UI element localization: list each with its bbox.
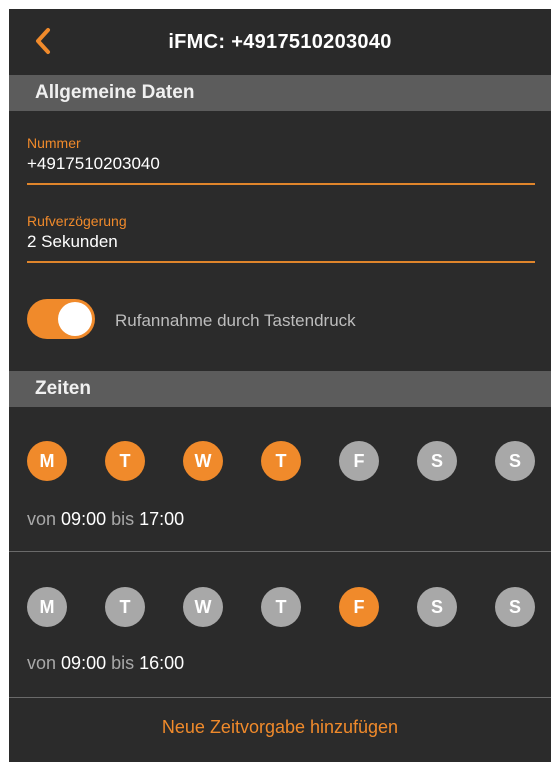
schedule-1-days: M T W T F S S xyxy=(27,441,535,481)
day-toggle-tuesday[interactable]: T xyxy=(105,441,145,481)
divider xyxy=(9,697,551,698)
call-delay-label: Rufverzögerung xyxy=(27,213,127,229)
number-field[interactable]: Nummer +4917510203040 xyxy=(27,135,535,185)
from-time[interactable]: 09:00 xyxy=(61,653,106,673)
number-underline xyxy=(27,183,535,185)
schedule-2-time-range[interactable]: von 09:00 bis 16:00 xyxy=(27,653,184,674)
add-schedule-button[interactable]: Neue Zeitvorgabe hinzufügen xyxy=(9,717,551,738)
day-toggle-monday[interactable]: M xyxy=(27,587,67,627)
day-toggle-sunday[interactable]: S xyxy=(495,587,535,627)
toggle-knob xyxy=(58,302,92,336)
toggle-label: Rufannahme durch Tastendruck xyxy=(115,311,356,330)
navigation-bar: iFMC: +4917510203040 xyxy=(9,9,551,75)
page-title: iFMC: +4917510203040 xyxy=(168,31,392,53)
from-word: von xyxy=(27,509,57,529)
day-toggle-sunday[interactable]: S xyxy=(495,441,535,481)
section-title: Allgemeine Daten xyxy=(35,82,195,103)
divider xyxy=(9,551,551,552)
day-toggle-wednesday[interactable]: W xyxy=(183,587,223,627)
to-word: bis xyxy=(111,653,135,673)
day-toggle-wednesday[interactable]: W xyxy=(183,441,223,481)
from-time[interactable]: 09:00 xyxy=(61,509,106,529)
call-delay-field[interactable]: Rufverzögerung 2 Sekunden xyxy=(27,213,535,263)
app-screen: iFMC: +4917510203040 Allgemeine Daten Nu… xyxy=(9,9,551,762)
section-title: Zeiten xyxy=(35,378,91,399)
day-toggle-thursday[interactable]: T xyxy=(261,441,301,481)
day-toggle-friday[interactable]: F xyxy=(339,441,379,481)
to-time[interactable]: 17:00 xyxy=(139,509,184,529)
day-toggle-friday[interactable]: F xyxy=(339,587,379,627)
to-time[interactable]: 16:00 xyxy=(139,653,184,673)
day-toggle-thursday[interactable]: T xyxy=(261,587,301,627)
to-word: bis xyxy=(111,509,135,529)
from-word: von xyxy=(27,653,57,673)
call-delay-value[interactable]: 2 Sekunden xyxy=(27,232,535,252)
schedule-1-time-range[interactable]: von 09:00 bis 17:00 xyxy=(27,509,184,530)
day-toggle-monday[interactable]: M xyxy=(27,441,67,481)
day-toggle-tuesday[interactable]: T xyxy=(105,587,145,627)
day-toggle-saturday[interactable]: S xyxy=(417,441,457,481)
call-delay-underline xyxy=(27,261,535,263)
number-label: Nummer xyxy=(27,135,81,151)
section-header-general: Allgemeine Daten xyxy=(9,75,551,111)
number-value[interactable]: +4917510203040 xyxy=(27,154,535,174)
key-press-answer-toggle[interactable] xyxy=(27,299,95,339)
schedule-2-days: M T W T F S S xyxy=(27,587,535,627)
section-header-times: Zeiten xyxy=(9,371,551,407)
day-toggle-saturday[interactable]: S xyxy=(417,587,457,627)
